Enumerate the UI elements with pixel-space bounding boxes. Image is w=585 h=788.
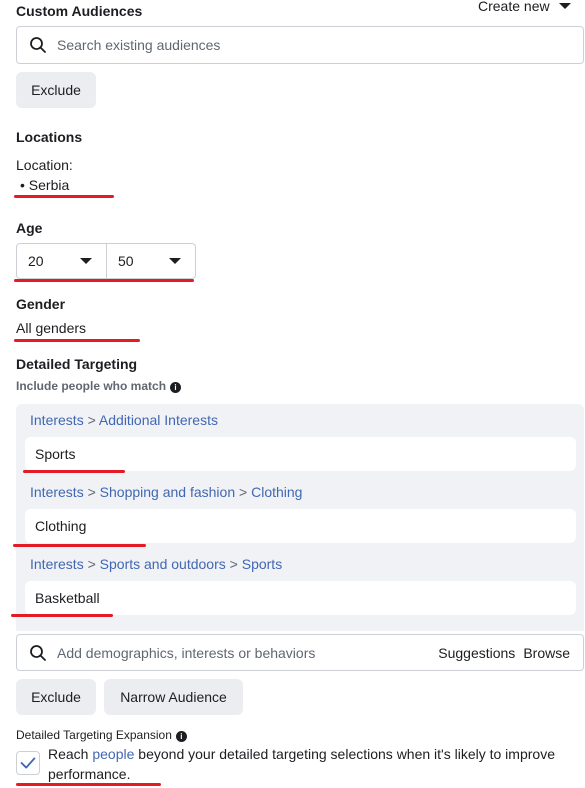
annotation-underline [11,614,113,617]
expansion-description: Reach people beyond your detailed target… [48,744,568,784]
detailed-targeting-heading: Detailed Targeting [16,356,138,372]
targeting-item-label: Sports [35,446,76,462]
search-icon [30,644,46,661]
gender-value[interactable]: All genders [16,320,86,336]
age-max-value: 50 [118,253,134,269]
breadcrumb-link[interactable]: Interests [30,556,84,572]
breadcrumb-separator: > [87,556,96,572]
annotation-underline [23,470,125,473]
age-max-chevron-down-icon [169,258,181,264]
browse-link[interactable]: Browse [523,645,570,661]
location-item: • Serbia [20,177,69,193]
create-new-dropdown[interactable]: Create new [478,0,550,14]
breadcrumb-link[interactable]: Clothing [251,484,302,500]
exclude-label: Exclude [31,689,81,705]
custom-audiences-search-input[interactable] [55,36,583,54]
breadcrumb-separator: > [239,484,248,500]
detailed-targeting-search-input[interactable] [55,643,439,662]
breadcrumb-separator: > [229,556,238,572]
bullet: • [20,177,29,193]
age-min-value: 20 [28,253,44,269]
age-heading: Age [16,220,43,236]
breadcrumb-separator: > [87,484,96,500]
breadcrumb-separator: > [87,412,96,428]
targeting-breadcrumb: Interests > Additional Interests [30,412,218,428]
targeting-breadcrumb: Interests > Sports and outdoors > Sports [30,556,282,572]
expansion-checkbox[interactable] [16,751,40,775]
targeting-item[interactable]: Basketball [25,581,576,615]
custom-audiences-search[interactable] [16,26,584,64]
info-icon[interactable]: i [175,731,187,742]
expansion-heading: Detailed Targeting Expansion i [16,728,187,742]
create-new-label: Create new [478,0,550,14]
breadcrumb-link[interactable]: Additional Interests [99,412,218,428]
narrow-audience-label: Narrow Audience [120,689,227,705]
checkmark-icon [20,757,36,769]
annotation-underline [14,279,194,282]
exclude-label: Exclude [31,82,81,98]
breadcrumb-link[interactable]: Shopping and fashion [100,484,235,500]
include-people-text: Include people who match [16,379,167,393]
age-min-chevron-down-icon [80,258,92,264]
gender-heading: Gender [16,296,66,312]
age-max-select[interactable]: 50 [118,244,196,278]
breadcrumb-link[interactable]: Interests [30,412,84,428]
targeting-item-label: Clothing [35,518,87,534]
custom-audiences-heading: Custom Audiences [16,3,143,19]
expansion-heading-text: Detailed Targeting Expansion [16,728,172,742]
people-link[interactable]: people [92,746,134,762]
targeting-breadcrumb: Interests > Shopping and fashion > Cloth… [30,484,302,500]
include-people-label: Include people who match i [16,379,182,393]
targeting-item-label: Basketball [35,590,100,606]
annotation-underline [14,195,114,198]
annotation-underline [14,339,140,342]
age-min-select[interactable]: 20 [28,244,106,278]
info-icon[interactable]: i [170,382,182,393]
detailed-targeting-exclude-button[interactable]: Exclude [16,679,96,715]
breadcrumb-link[interactable]: Sports and outdoors [100,556,226,572]
targeting-item[interactable]: Clothing [25,509,576,543]
location-label: Location: [16,157,73,173]
breadcrumb-link[interactable]: Sports [242,556,282,572]
expansion-text-before: Reach [48,746,93,762]
location-item-name: Serbia [28,177,70,193]
custom-audiences-exclude-button[interactable]: Exclude [16,72,96,108]
locations-heading: Locations [16,129,83,145]
create-new-chevron-down-icon[interactable] [559,3,571,9]
search-icon [30,37,46,53]
breadcrumb-link[interactable]: Interests [30,484,84,500]
age-divider [106,244,107,278]
narrow-audience-button[interactable]: Narrow Audience [104,679,243,715]
targeting-item[interactable]: Sports [25,437,576,471]
suggestions-link[interactable]: Suggestions [438,645,515,661]
detailed-targeting-search[interactable]: Suggestions Browse [16,634,584,671]
annotation-underline [16,783,161,786]
annotation-underline [13,544,146,547]
